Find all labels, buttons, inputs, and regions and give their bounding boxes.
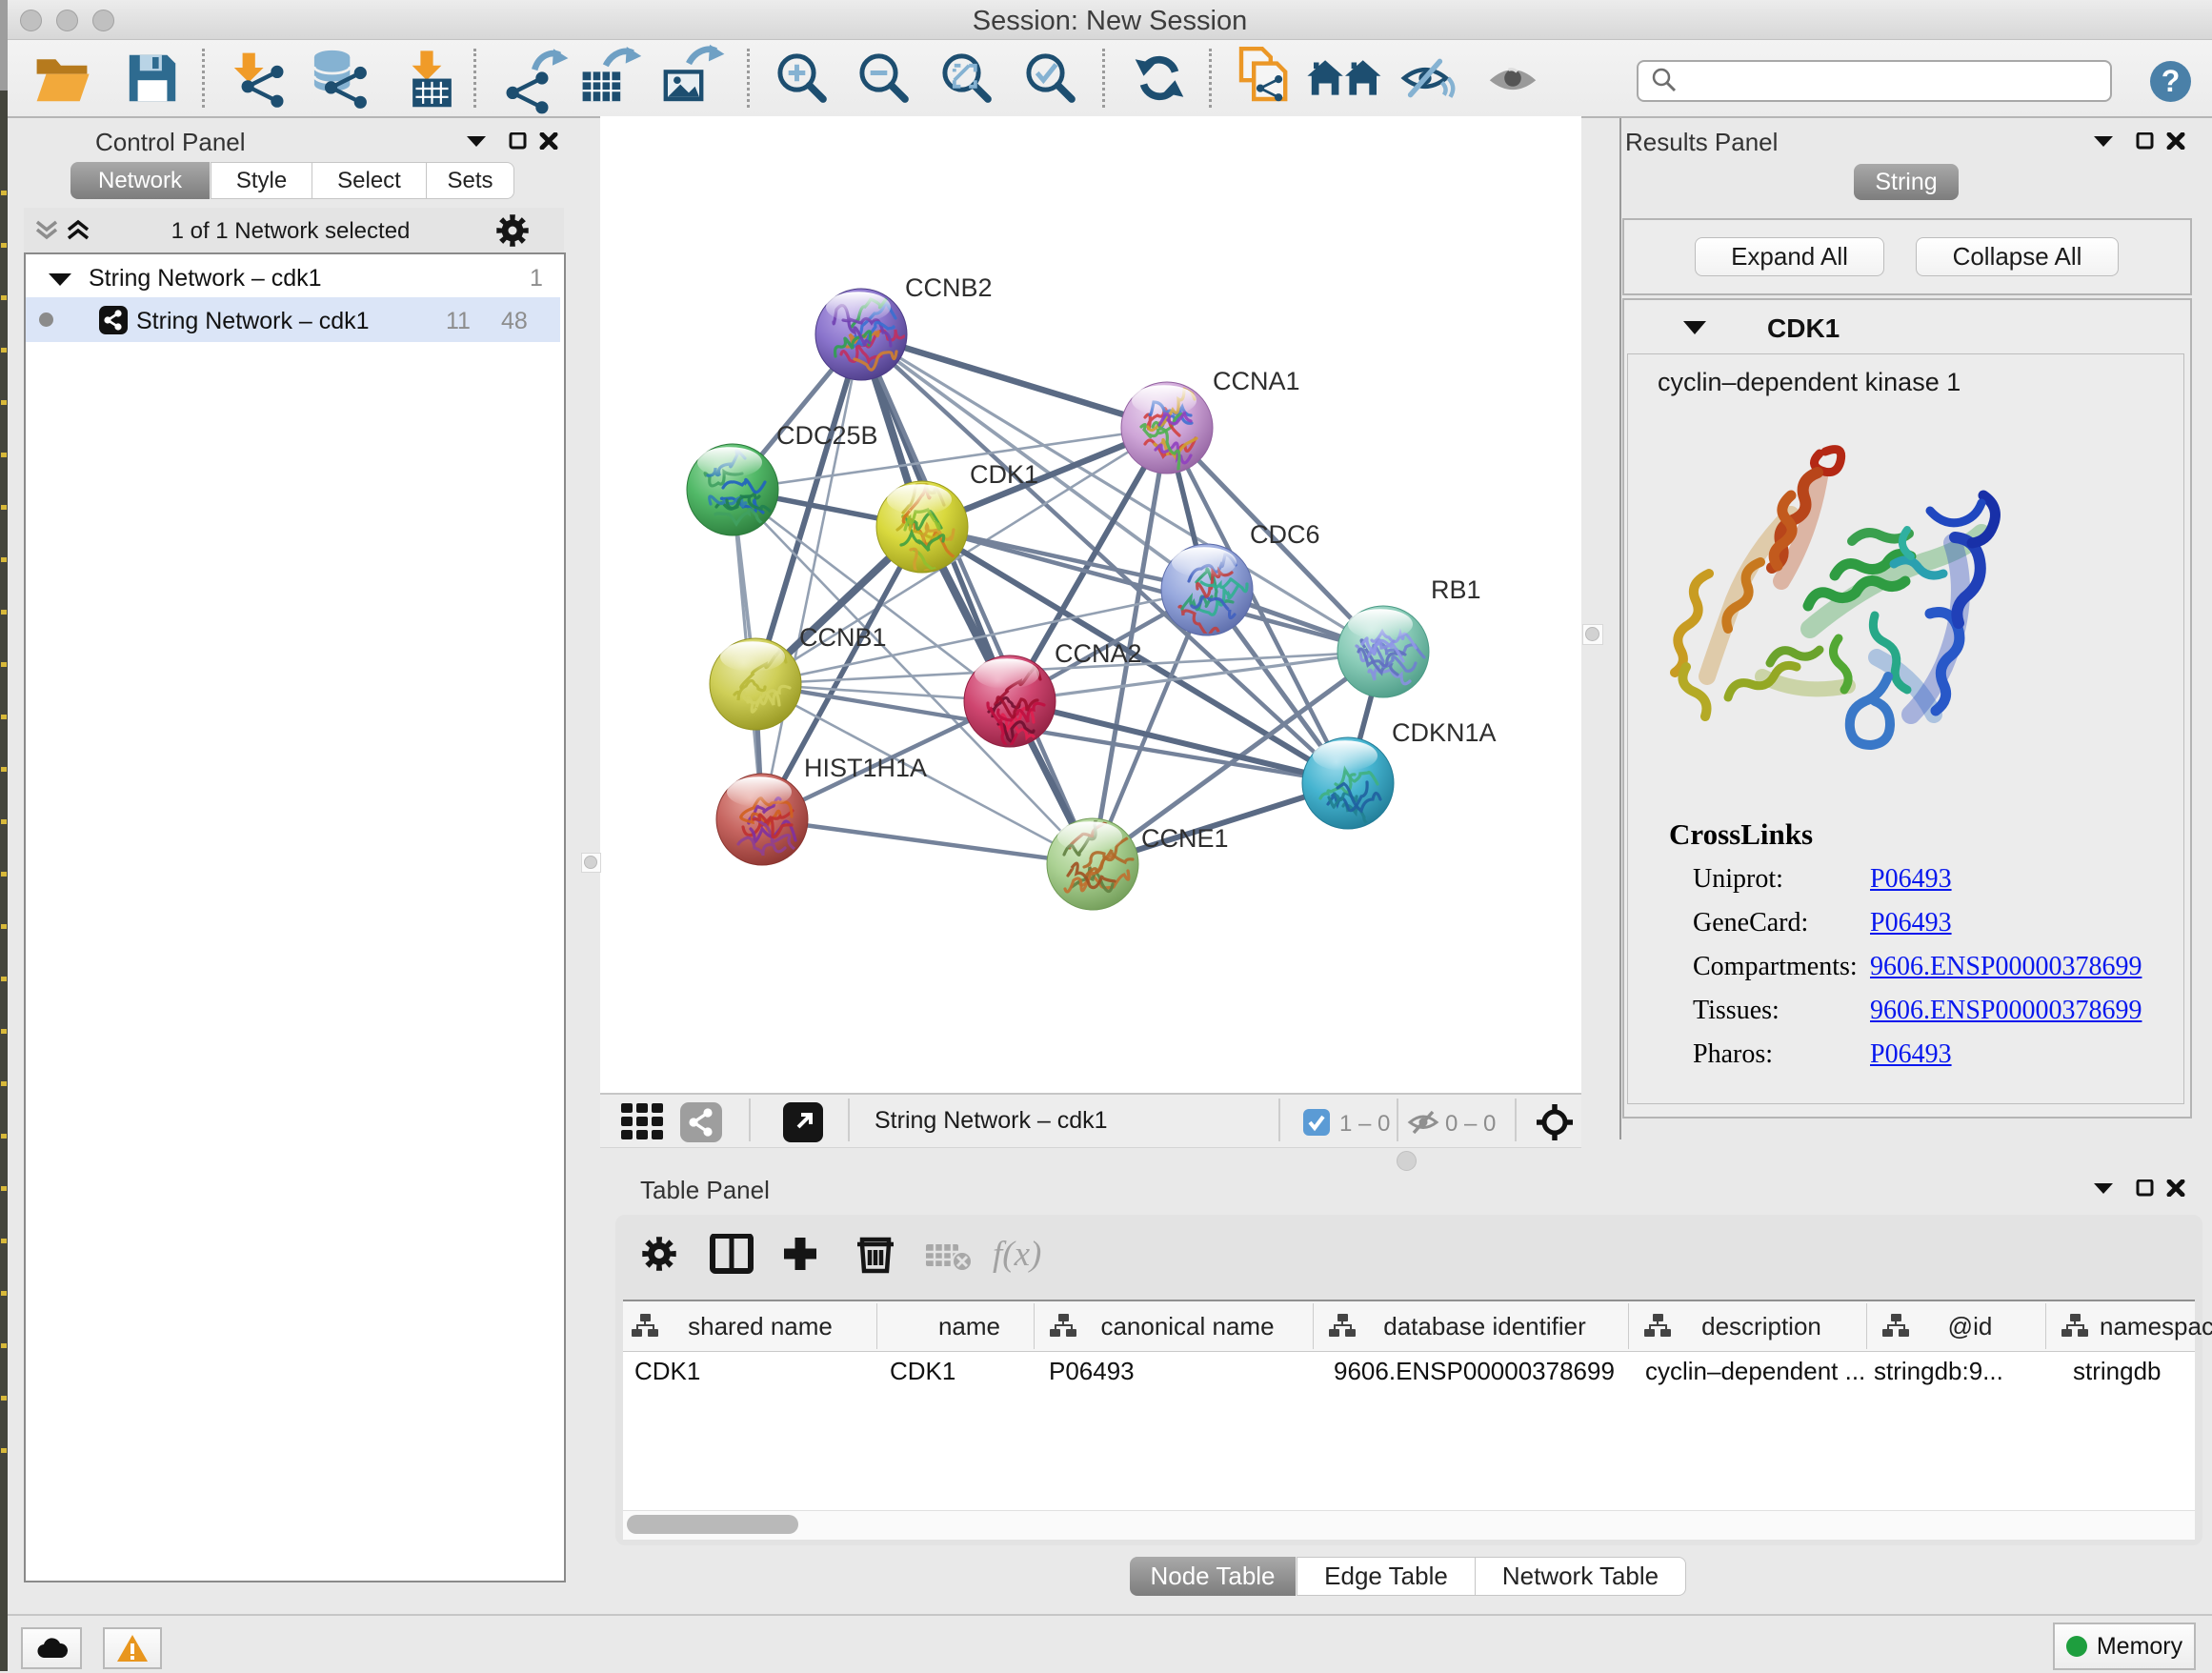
svg-text:CDK1: CDK1 xyxy=(970,460,1038,489)
svg-text:CCNB1: CCNB1 xyxy=(799,623,887,652)
svg-text:f(x): f(x) xyxy=(993,1235,1041,1274)
svg-text:HIST1H1A: HIST1H1A xyxy=(804,754,927,782)
svg-text:CDKN1A: CDKN1A xyxy=(1392,718,1497,747)
svg-text:CDC25B: CDC25B xyxy=(776,421,878,450)
svg-text:CCNA1: CCNA1 xyxy=(1213,367,1300,395)
svg-text:CCNB2: CCNB2 xyxy=(905,273,993,302)
svg-text:CDC6: CDC6 xyxy=(1250,520,1320,549)
svg-text:CCNE1: CCNE1 xyxy=(1141,824,1229,853)
svg-text:CCNA2: CCNA2 xyxy=(1055,639,1142,668)
svg-text:RB1: RB1 xyxy=(1431,575,1481,604)
